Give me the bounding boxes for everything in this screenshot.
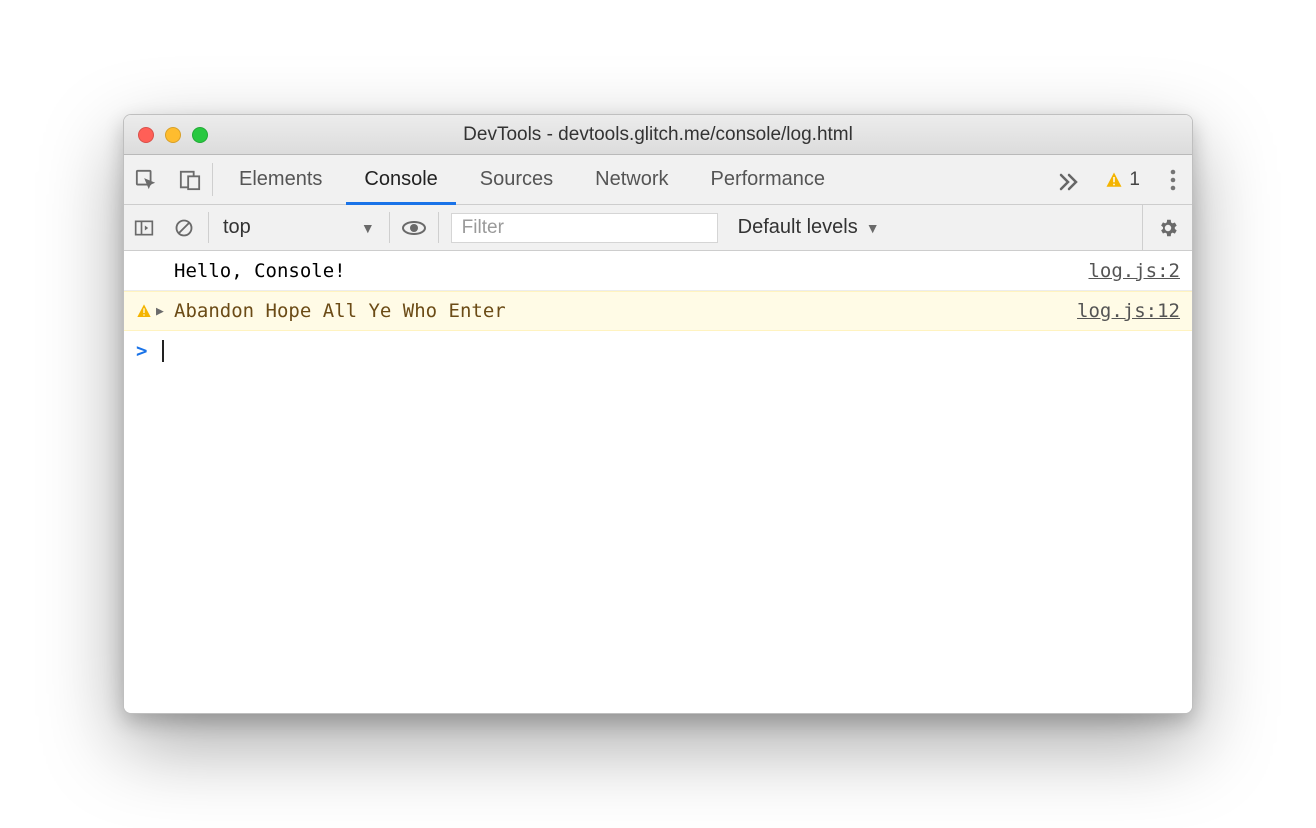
- minimize-window-button[interactable]: [165, 127, 181, 143]
- warning-icon: [1105, 171, 1123, 189]
- warning-count: 1: [1129, 169, 1140, 191]
- tab-console[interactable]: Console: [346, 156, 455, 205]
- live-expression-icon[interactable]: [394, 216, 434, 240]
- devtools-window: DevTools - devtools.glitch.me/console/lo…: [123, 114, 1193, 714]
- row-gutter: ▶: [136, 303, 174, 319]
- console-settings-icon[interactable]: [1142, 205, 1192, 250]
- console-output: Hello, Console! log.js:2 ▶ Abandon Hope …: [124, 251, 1192, 713]
- console-prompt[interactable]: >: [124, 331, 1192, 371]
- clear-console-icon[interactable]: [164, 218, 204, 238]
- divider: [389, 212, 390, 243]
- close-window-button[interactable]: [138, 127, 154, 143]
- expand-icon[interactable]: ▶: [156, 304, 164, 319]
- issue-counter[interactable]: 1: [1091, 155, 1154, 204]
- warning-icon: [136, 303, 152, 319]
- chevron-down-icon: ▼: [866, 220, 880, 236]
- more-tabs-button[interactable]: [1043, 155, 1091, 204]
- console-row[interactable]: ▶ Abandon Hope All Ye Who Enter log.js:1…: [124, 291, 1192, 331]
- log-level-label: Default levels: [738, 216, 858, 239]
- source-link[interactable]: log.js:12: [1077, 300, 1180, 322]
- settings-menu-button[interactable]: [1154, 155, 1192, 204]
- tab-elements[interactable]: Elements: [221, 156, 340, 205]
- divider: [438, 212, 439, 243]
- toggle-console-sidebar-icon[interactable]: [124, 218, 164, 238]
- execution-context-label: top: [223, 216, 251, 239]
- log-level-selector[interactable]: Default levels ▼: [726, 216, 892, 239]
- zoom-window-button[interactable]: [192, 127, 208, 143]
- inspect-element-icon[interactable]: [124, 155, 168, 204]
- divider: [208, 212, 209, 243]
- traffic-lights: [138, 127, 208, 143]
- tab-performance[interactable]: Performance: [693, 156, 844, 205]
- tab-network[interactable]: Network: [577, 156, 686, 205]
- tab-list: Elements Console Sources Network Perform…: [213, 155, 1043, 204]
- console-row[interactable]: Hello, Console! log.js:2: [124, 251, 1192, 291]
- window-title: DevTools - devtools.glitch.me/console/lo…: [124, 124, 1192, 146]
- tab-sources[interactable]: Sources: [462, 156, 571, 205]
- prompt-chevron-icon: >: [136, 340, 154, 362]
- filter-input[interactable]: [451, 213, 718, 243]
- device-toolbar-icon[interactable]: [168, 155, 212, 204]
- text-cursor: [162, 340, 164, 362]
- source-link[interactable]: log.js:2: [1088, 260, 1180, 282]
- execution-context-selector[interactable]: top ▼: [213, 216, 385, 239]
- panel-tabs: Elements Console Sources Network Perform…: [124, 155, 1192, 205]
- titlebar: DevTools - devtools.glitch.me/console/lo…: [124, 115, 1192, 155]
- log-message: Abandon Hope All Ye Who Enter: [174, 300, 1077, 322]
- console-toolbar: top ▼ Default levels ▼: [124, 205, 1192, 251]
- chevron-down-icon: ▼: [361, 220, 375, 236]
- log-message: Hello, Console!: [174, 260, 1088, 282]
